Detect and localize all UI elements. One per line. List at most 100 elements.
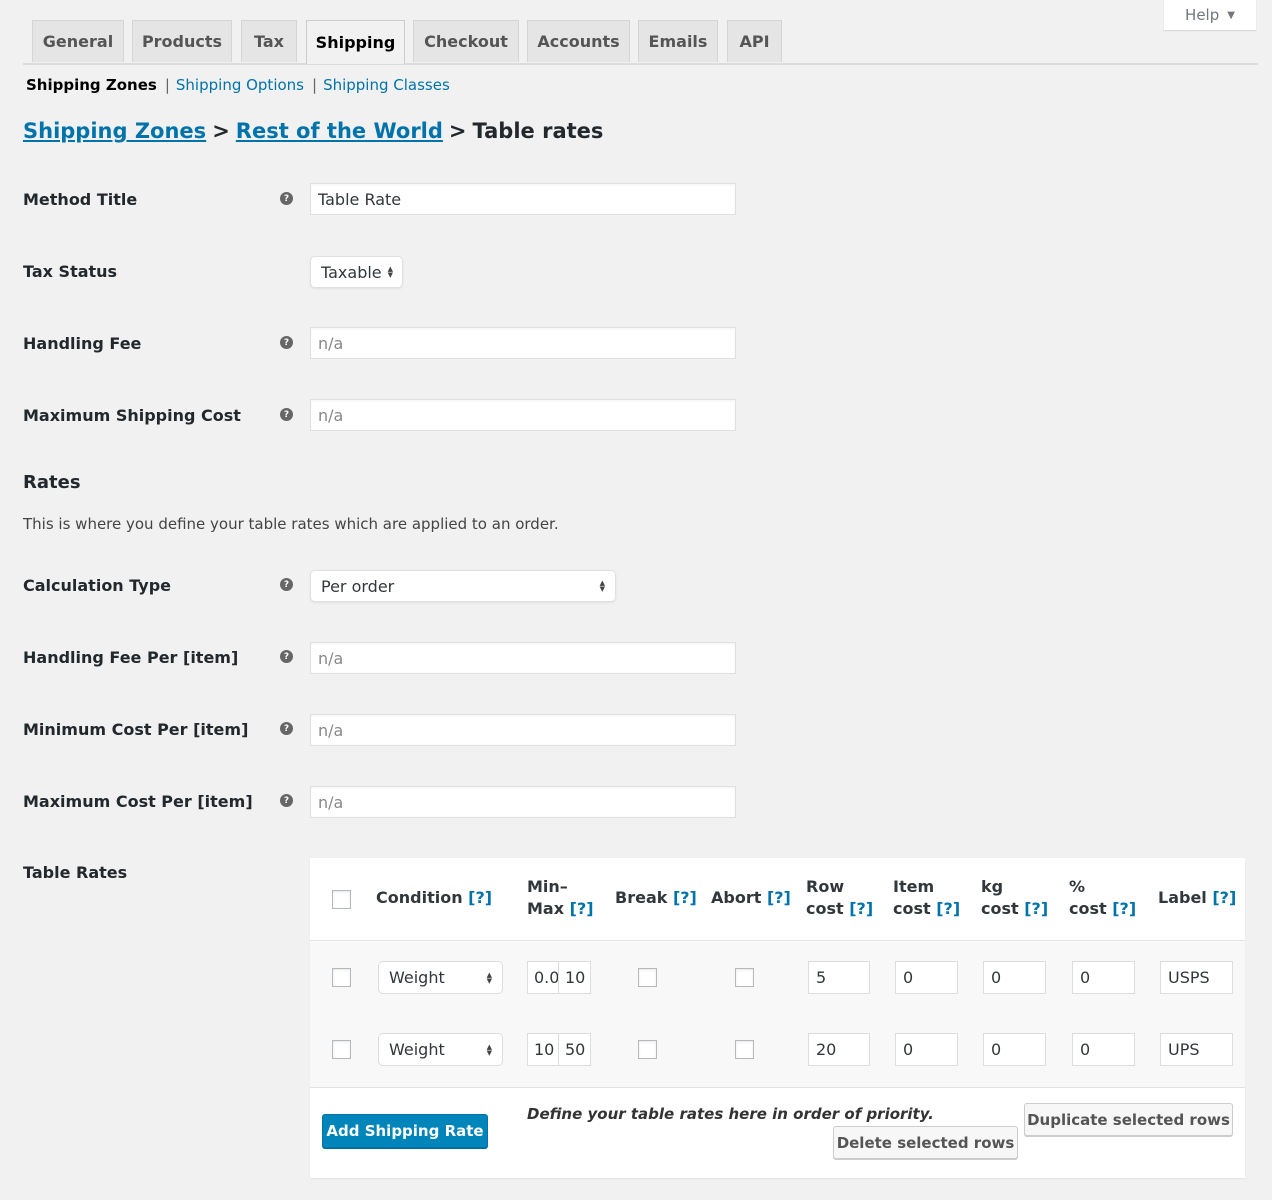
row-cost-input[interactable]: 5: [808, 961, 870, 994]
breadcrumb-current: Table rates: [472, 119, 604, 143]
calculation-type-value: Per order: [321, 576, 395, 596]
header-item-cost: Item cost [?]: [893, 877, 961, 918]
help-link[interactable]: [?]: [767, 888, 791, 907]
header-row-cost: Row cost [?]: [806, 877, 874, 918]
break-checkbox[interactable]: [638, 1040, 657, 1059]
max-shipping-cost-input[interactable]: n/a: [310, 399, 736, 431]
tab-products[interactable]: Products: [132, 20, 232, 62]
method-title-input[interactable]: Table Rate: [310, 183, 736, 215]
min-max-inputs: 10 50: [527, 1033, 591, 1066]
label-input[interactable]: USPS: [1160, 961, 1233, 994]
max-input[interactable]: 10: [559, 961, 591, 994]
select-arrows-icon: ▲ ▼: [486, 970, 492, 985]
abort-checkbox[interactable]: [735, 968, 754, 987]
table-rates-label: Table Rates: [23, 863, 128, 882]
tab-label: API: [739, 32, 770, 51]
min-max-inputs: 0.0 10: [527, 961, 591, 994]
tab-label: Products: [141, 32, 223, 51]
header-min-max: Min– Max [?]: [527, 877, 594, 918]
header-abort: Abort [?]: [711, 888, 791, 907]
breadcrumb: Shipping Zones > Rest of the World > Table r…: [23, 119, 603, 143]
kg-cost-input[interactable]: 0: [983, 961, 1046, 994]
header-condition: Condition [?]: [376, 888, 493, 907]
subnav-shipping-zones[interactable]: Shipping Zones: [26, 76, 157, 94]
tab-label: Shipping: [315, 33, 396, 52]
help-link[interactable]: [?]: [1112, 899, 1136, 918]
select-arrows-icon: ▲ ▼: [387, 265, 394, 279]
tab-accounts[interactable]: Accounts: [527, 20, 630, 62]
tab-emails[interactable]: Emails: [638, 20, 718, 62]
breadcrumb-shipping-zones[interactable]: Shipping Zones: [23, 119, 206, 143]
rates-section-title: Rates: [23, 472, 81, 493]
settings-tabs: General Products Tax Shipping Checkout A…: [23, 20, 1258, 65]
shipping-subnav: Shipping Zones | Shipping Options | Ship…: [26, 76, 450, 94]
handling-fee-label: Handling Fee: [23, 334, 142, 353]
min-input[interactable]: 10: [527, 1033, 559, 1066]
help-tip-icon[interactable]: ?: [280, 722, 293, 735]
help-link[interactable]: [?]: [1024, 899, 1048, 918]
row-select-checkbox[interactable]: [332, 1040, 351, 1059]
help-tip-icon[interactable]: ?: [280, 408, 293, 421]
item-cost-input[interactable]: 0: [895, 1033, 958, 1066]
help-tip-icon[interactable]: ?: [280, 336, 293, 349]
subnav-shipping-classes[interactable]: Shipping Classes: [323, 76, 450, 94]
handling-fee-per-input[interactable]: n/a: [310, 642, 736, 674]
table-rates-note: Define your table rates here in order of…: [527, 1105, 934, 1123]
breadcrumb-separator: >: [212, 119, 230, 143]
handling-fee-per-label: Handling Fee Per [item]: [23, 648, 239, 667]
subnav-shipping-options[interactable]: Shipping Options: [176, 76, 304, 94]
condition-value: Weight: [389, 1040, 445, 1059]
method-title-label: Method Title: [23, 190, 138, 209]
help-tip-icon[interactable]: ?: [280, 650, 293, 663]
row-select-checkbox[interactable]: [332, 968, 351, 987]
tab-label: Tax: [254, 32, 284, 51]
breadcrumb-rest-of-world[interactable]: Rest of the World: [236, 119, 443, 143]
handling-fee-input[interactable]: n/a: [310, 327, 736, 359]
help-tip-icon[interactable]: ?: [280, 794, 293, 807]
table-rates-panel: Condition [?] Min– Max [?] Break [?] Abor…: [310, 858, 1245, 1178]
min-cost-per-input[interactable]: n/a: [310, 714, 736, 746]
tab-label: Emails: [648, 32, 708, 51]
max-input[interactable]: 50: [559, 1033, 591, 1066]
tab-api[interactable]: API: [727, 20, 782, 62]
help-tip-icon[interactable]: ?: [280, 578, 293, 591]
kg-cost-input[interactable]: 0: [983, 1033, 1046, 1066]
condition-select[interactable]: Weight ▲ ▼: [378, 1033, 503, 1066]
subnav-separator: |: [164, 76, 170, 94]
min-input[interactable]: 0.0: [527, 961, 559, 994]
help-link[interactable]: [?]: [570, 899, 594, 918]
label-input[interactable]: UPS: [1160, 1033, 1233, 1066]
tab-tax[interactable]: Tax: [241, 20, 297, 62]
add-shipping-rate-button[interactable]: Add Shipping Rate: [322, 1114, 488, 1148]
duplicate-selected-rows-button[interactable]: Duplicate selected rows: [1024, 1103, 1233, 1136]
condition-value: Weight: [389, 968, 445, 987]
condition-select[interactable]: Weight ▲ ▼: [378, 961, 503, 994]
help-link[interactable]: [?]: [936, 899, 960, 918]
abort-checkbox[interactable]: [735, 1040, 754, 1059]
help-tip-icon[interactable]: ?: [280, 192, 293, 205]
calculation-type-label: Calculation Type: [23, 576, 172, 595]
calculation-type-select[interactable]: Per order ▲ ▼: [310, 570, 616, 602]
select-arrows-icon: ▲ ▼: [486, 1042, 492, 1057]
help-link[interactable]: [?]: [1212, 888, 1236, 907]
delete-selected-rows-button[interactable]: Delete selected rows: [833, 1126, 1018, 1159]
select-all-checkbox[interactable]: [332, 890, 351, 909]
percent-cost-input[interactable]: 0: [1072, 961, 1135, 994]
tab-general[interactable]: General: [32, 20, 124, 62]
item-cost-input[interactable]: 0: [895, 961, 958, 994]
help-link[interactable]: [?]: [468, 888, 492, 907]
break-checkbox[interactable]: [638, 968, 657, 987]
help-link[interactable]: [?]: [673, 888, 697, 907]
header-percent-cost: % cost [?]: [1069, 877, 1137, 918]
tax-status-select[interactable]: Taxable ▲ ▼: [310, 256, 403, 288]
tab-shipping[interactable]: Shipping: [306, 20, 405, 64]
min-cost-per-label: Minimum Cost Per [item]: [23, 720, 249, 739]
row-cost-input[interactable]: 20: [808, 1033, 870, 1066]
max-cost-per-input[interactable]: n/a: [310, 786, 736, 818]
max-cost-per-label: Maximum Cost Per [item]: [23, 792, 253, 811]
tab-label: Accounts: [537, 32, 620, 51]
percent-cost-input[interactable]: 0: [1072, 1033, 1135, 1066]
tab-checkout[interactable]: Checkout: [413, 20, 519, 62]
help-link[interactable]: [?]: [849, 899, 873, 918]
tab-label: Checkout: [424, 32, 508, 51]
